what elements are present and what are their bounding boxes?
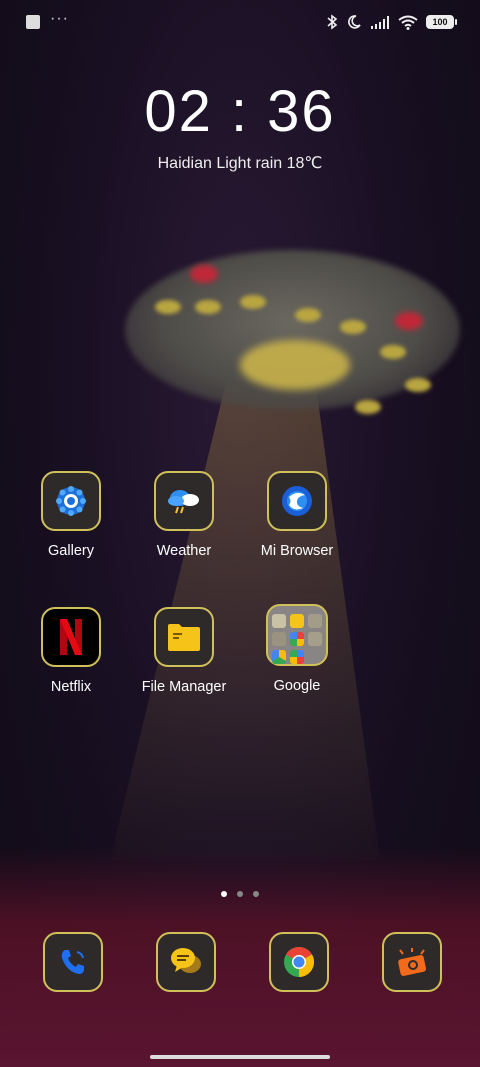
camera-icon — [382, 932, 442, 992]
mini-app-icon — [290, 614, 304, 628]
wallpaper-ufo-light — [295, 308, 321, 322]
google-folder-icon — [266, 604, 328, 666]
wallpaper-ufo-light — [155, 300, 181, 314]
mini-app-icon — [272, 632, 286, 646]
wallpaper-ufo-light — [405, 378, 431, 392]
mini-app-icon — [308, 614, 322, 628]
chrome-icon — [269, 932, 329, 992]
app-gallery[interactable]: Gallery — [15, 471, 127, 559]
page-indicator — [0, 891, 480, 897]
mini-app-icon — [272, 650, 286, 664]
mini-app-icon — [272, 614, 286, 628]
wifi-icon — [398, 15, 418, 30]
messages-icon — [156, 932, 216, 992]
wallpaper-ufo-light — [380, 345, 406, 359]
app-label: Google — [273, 678, 321, 694]
mini-app-icon — [308, 632, 322, 646]
app-label: Netflix — [50, 679, 92, 695]
clock-widget[interactable]: 02 : 36 Haidian Light rain 18℃ — [0, 78, 480, 173]
app-label: Mi Browser — [260, 543, 334, 559]
dock-chrome[interactable] — [269, 932, 329, 992]
wallpaper-ufo-light — [195, 300, 221, 314]
wallpaper-ufo-light — [240, 295, 266, 309]
app-mi-browser[interactable]: Mi Browser — [241, 471, 353, 559]
weather-icon — [154, 471, 214, 531]
app-notification-icon — [26, 15, 40, 29]
dock-camera[interactable] — [382, 932, 442, 992]
wallpaper-ufo-core — [240, 340, 350, 390]
more-dots-icon: ··· — [50, 10, 69, 27]
signal-icon — [371, 16, 389, 29]
wallpaper-ufo-red-light — [190, 265, 218, 283]
moon-icon — [348, 15, 361, 29]
app-label: File Manager — [141, 679, 227, 695]
app-weather[interactable]: Weather — [128, 471, 240, 559]
folder-icon — [154, 607, 214, 667]
page-dot — [237, 891, 243, 897]
clock-time: 02 : 36 — [144, 79, 336, 144]
app-label: Weather — [156, 543, 212, 559]
dock-messages[interactable] — [156, 932, 216, 992]
page-dot-active — [221, 891, 227, 897]
wallpaper-ufo-light — [355, 400, 381, 414]
home-gesture-bar[interactable] — [150, 1055, 330, 1059]
phone-icon — [43, 932, 103, 992]
gallery-icon — [41, 471, 101, 531]
mini-app-icon — [290, 650, 304, 664]
app-label: Gallery — [48, 543, 94, 559]
weather-summary: Haidian Light rain 18℃ — [157, 155, 323, 172]
app-folder-google[interactable]: Google — [241, 604, 353, 694]
wallpaper-ufo-light — [340, 320, 366, 334]
page-dot — [253, 891, 259, 897]
battery-indicator: 100 — [426, 15, 457, 29]
status-bar: ··· 100 — [0, 0, 480, 44]
netflix-icon — [41, 607, 101, 667]
dock-phone[interactable] — [43, 932, 103, 992]
wallpaper-ufo-red-light — [395, 312, 423, 330]
app-netflix[interactable]: Netflix — [15, 607, 127, 695]
browser-icon — [267, 471, 327, 531]
bluetooth-icon — [327, 14, 338, 30]
mini-app-icon — [290, 632, 304, 646]
app-file-manager[interactable]: File Manager — [128, 607, 240, 695]
